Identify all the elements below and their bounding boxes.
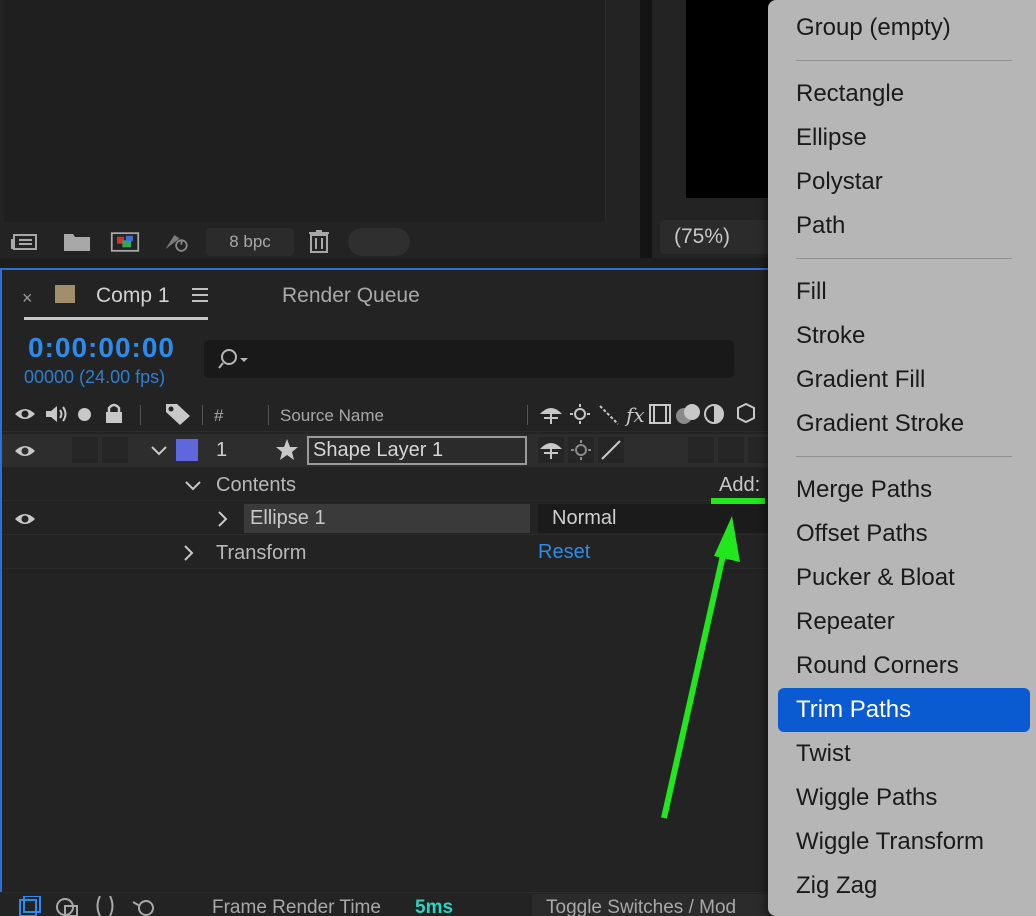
- chevron-down-icon[interactable]: [150, 444, 168, 458]
- search-icon: [218, 346, 252, 372]
- panel-divider[interactable]: [640, 0, 652, 258]
- folder-icon[interactable]: [62, 229, 92, 255]
- layer-label-color[interactable]: [176, 439, 198, 461]
- toggle-switches-label: Toggle Switches / Mod: [546, 897, 737, 916]
- column-number: #: [214, 406, 224, 425]
- menu-item-polystar[interactable]: Polystar: [796, 168, 883, 196]
- chevron-right-icon[interactable]: [216, 510, 230, 528]
- menu-item-fill[interactable]: Fill: [796, 278, 827, 306]
- chevron-down-icon[interactable]: [184, 479, 202, 493]
- tab-comp-1[interactable]: Comp 1: [96, 284, 170, 308]
- project-list-area[interactable]: [4, 0, 606, 222]
- switches-icons: fx: [538, 402, 778, 428]
- search-input[interactable]: [204, 340, 734, 378]
- menu-separator: [796, 456, 1012, 457]
- column-separator: [202, 405, 203, 425]
- motion-blur-icon[interactable]: [130, 896, 156, 916]
- tab-close-button[interactable]: ×: [22, 288, 33, 309]
- column-separator: [268, 405, 269, 425]
- toggle-pill[interactable]: [348, 228, 410, 256]
- composition-viewer: (75%): [652, 0, 782, 258]
- column-separator: [140, 405, 141, 425]
- frame-rate-display: 00000 (24.00 fps): [24, 367, 166, 387]
- transform-label: Transform: [216, 542, 307, 564]
- eye-icon[interactable]: [14, 404, 36, 424]
- layer-switches: [538, 437, 778, 463]
- frame-render-time-label: Frame Render Time: [212, 897, 381, 916]
- active-tab-underline: [24, 317, 208, 320]
- lock-toggle[interactable]: [102, 437, 128, 463]
- menu-item-offset-paths[interactable]: Offset Paths: [796, 520, 928, 548]
- zoom-dropdown[interactable]: (75%): [660, 220, 780, 254]
- menu-item-round-corners[interactable]: Round Corners: [796, 652, 959, 680]
- current-time-display[interactable]: 0:00:00:00: [28, 332, 175, 364]
- menu-item-trim-paths[interactable]: Trim Paths: [796, 696, 911, 724]
- layer-name[interactable]: Shape Layer 1: [307, 436, 527, 465]
- menu-item-gradient-fill[interactable]: Gradient Fill: [796, 366, 925, 394]
- frame-render-time-value: 5ms: [415, 897, 454, 916]
- annotation-arrow: [650, 512, 750, 822]
- comp-flowchart-icon[interactable]: [18, 896, 42, 916]
- solo-toggle[interactable]: [72, 437, 98, 463]
- star-icon: [274, 437, 300, 463]
- add-menu-button[interactable]: Add:: [719, 474, 760, 497]
- eye-icon[interactable]: [14, 509, 36, 529]
- menu-item-wiggle-paths[interactable]: Wiggle Paths: [796, 784, 937, 812]
- menu-item-stroke[interactable]: Stroke: [796, 322, 865, 350]
- column-separator: [527, 405, 528, 425]
- menu-item-group-empty[interactable]: Group (empty): [796, 14, 951, 42]
- ellipse-group-name[interactable]: Ellipse 1: [244, 504, 530, 533]
- menu-item-wiggle-transform[interactable]: Wiggle Transform: [796, 828, 984, 856]
- menu-item-merge-paths[interactable]: Merge Paths: [796, 476, 932, 504]
- contents-label: Contents: [216, 474, 297, 496]
- trash-icon[interactable]: [304, 228, 334, 254]
- mask-icon[interactable]: [54, 896, 80, 916]
- contents-row[interactable]: [2, 468, 782, 501]
- comp-color-swatch: [55, 285, 75, 303]
- menu-item-path[interactable]: Path: [796, 212, 845, 240]
- column-source-name[interactable]: Source Name: [280, 406, 384, 426]
- eye-icon[interactable]: [14, 441, 36, 461]
- menu-separator: [796, 258, 1012, 259]
- layer-number: 1: [216, 439, 228, 461]
- composition-icon[interactable]: [110, 229, 140, 255]
- menu-item-pucker-bloat[interactable]: Pucker & Bloat: [796, 564, 955, 592]
- reset-link[interactable]: Reset: [538, 541, 590, 564]
- menu-item-zig-zag[interactable]: Zig Zag: [796, 872, 877, 900]
- audio-icon[interactable]: [44, 403, 70, 425]
- svg-text:fx: fx: [624, 403, 645, 427]
- flowchart-icon[interactable]: [10, 229, 40, 255]
- project-panel: [0, 0, 640, 258]
- menu-item-gradient-stroke[interactable]: Gradient Stroke: [796, 410, 964, 438]
- bit-depth-button[interactable]: 8 bpc: [206, 228, 294, 256]
- menu-item-rectangle[interactable]: Rectangle: [796, 80, 904, 108]
- menu-item-repeater[interactable]: Repeater: [796, 608, 895, 636]
- add-context-menu: Group (empty) Rectangle Ellipse Polystar…: [768, 0, 1036, 916]
- graph-editor-icon[interactable]: [92, 896, 118, 916]
- menu-item-twist[interactable]: Twist: [796, 740, 851, 768]
- toggle-switches-button[interactable]: Toggle Switches / Mod: [532, 894, 782, 916]
- menu-separator: [796, 60, 1012, 61]
- render-icon[interactable]: [162, 229, 192, 255]
- lock-icon[interactable]: [104, 402, 124, 424]
- panel-menu-icon[interactable]: [192, 288, 208, 304]
- chevron-right-icon[interactable]: [182, 544, 196, 562]
- label-icon[interactable]: [164, 402, 192, 426]
- tab-render-queue[interactable]: Render Queue: [282, 284, 420, 308]
- menu-item-ellipse[interactable]: Ellipse: [796, 124, 867, 152]
- solo-icon[interactable]: [78, 408, 91, 421]
